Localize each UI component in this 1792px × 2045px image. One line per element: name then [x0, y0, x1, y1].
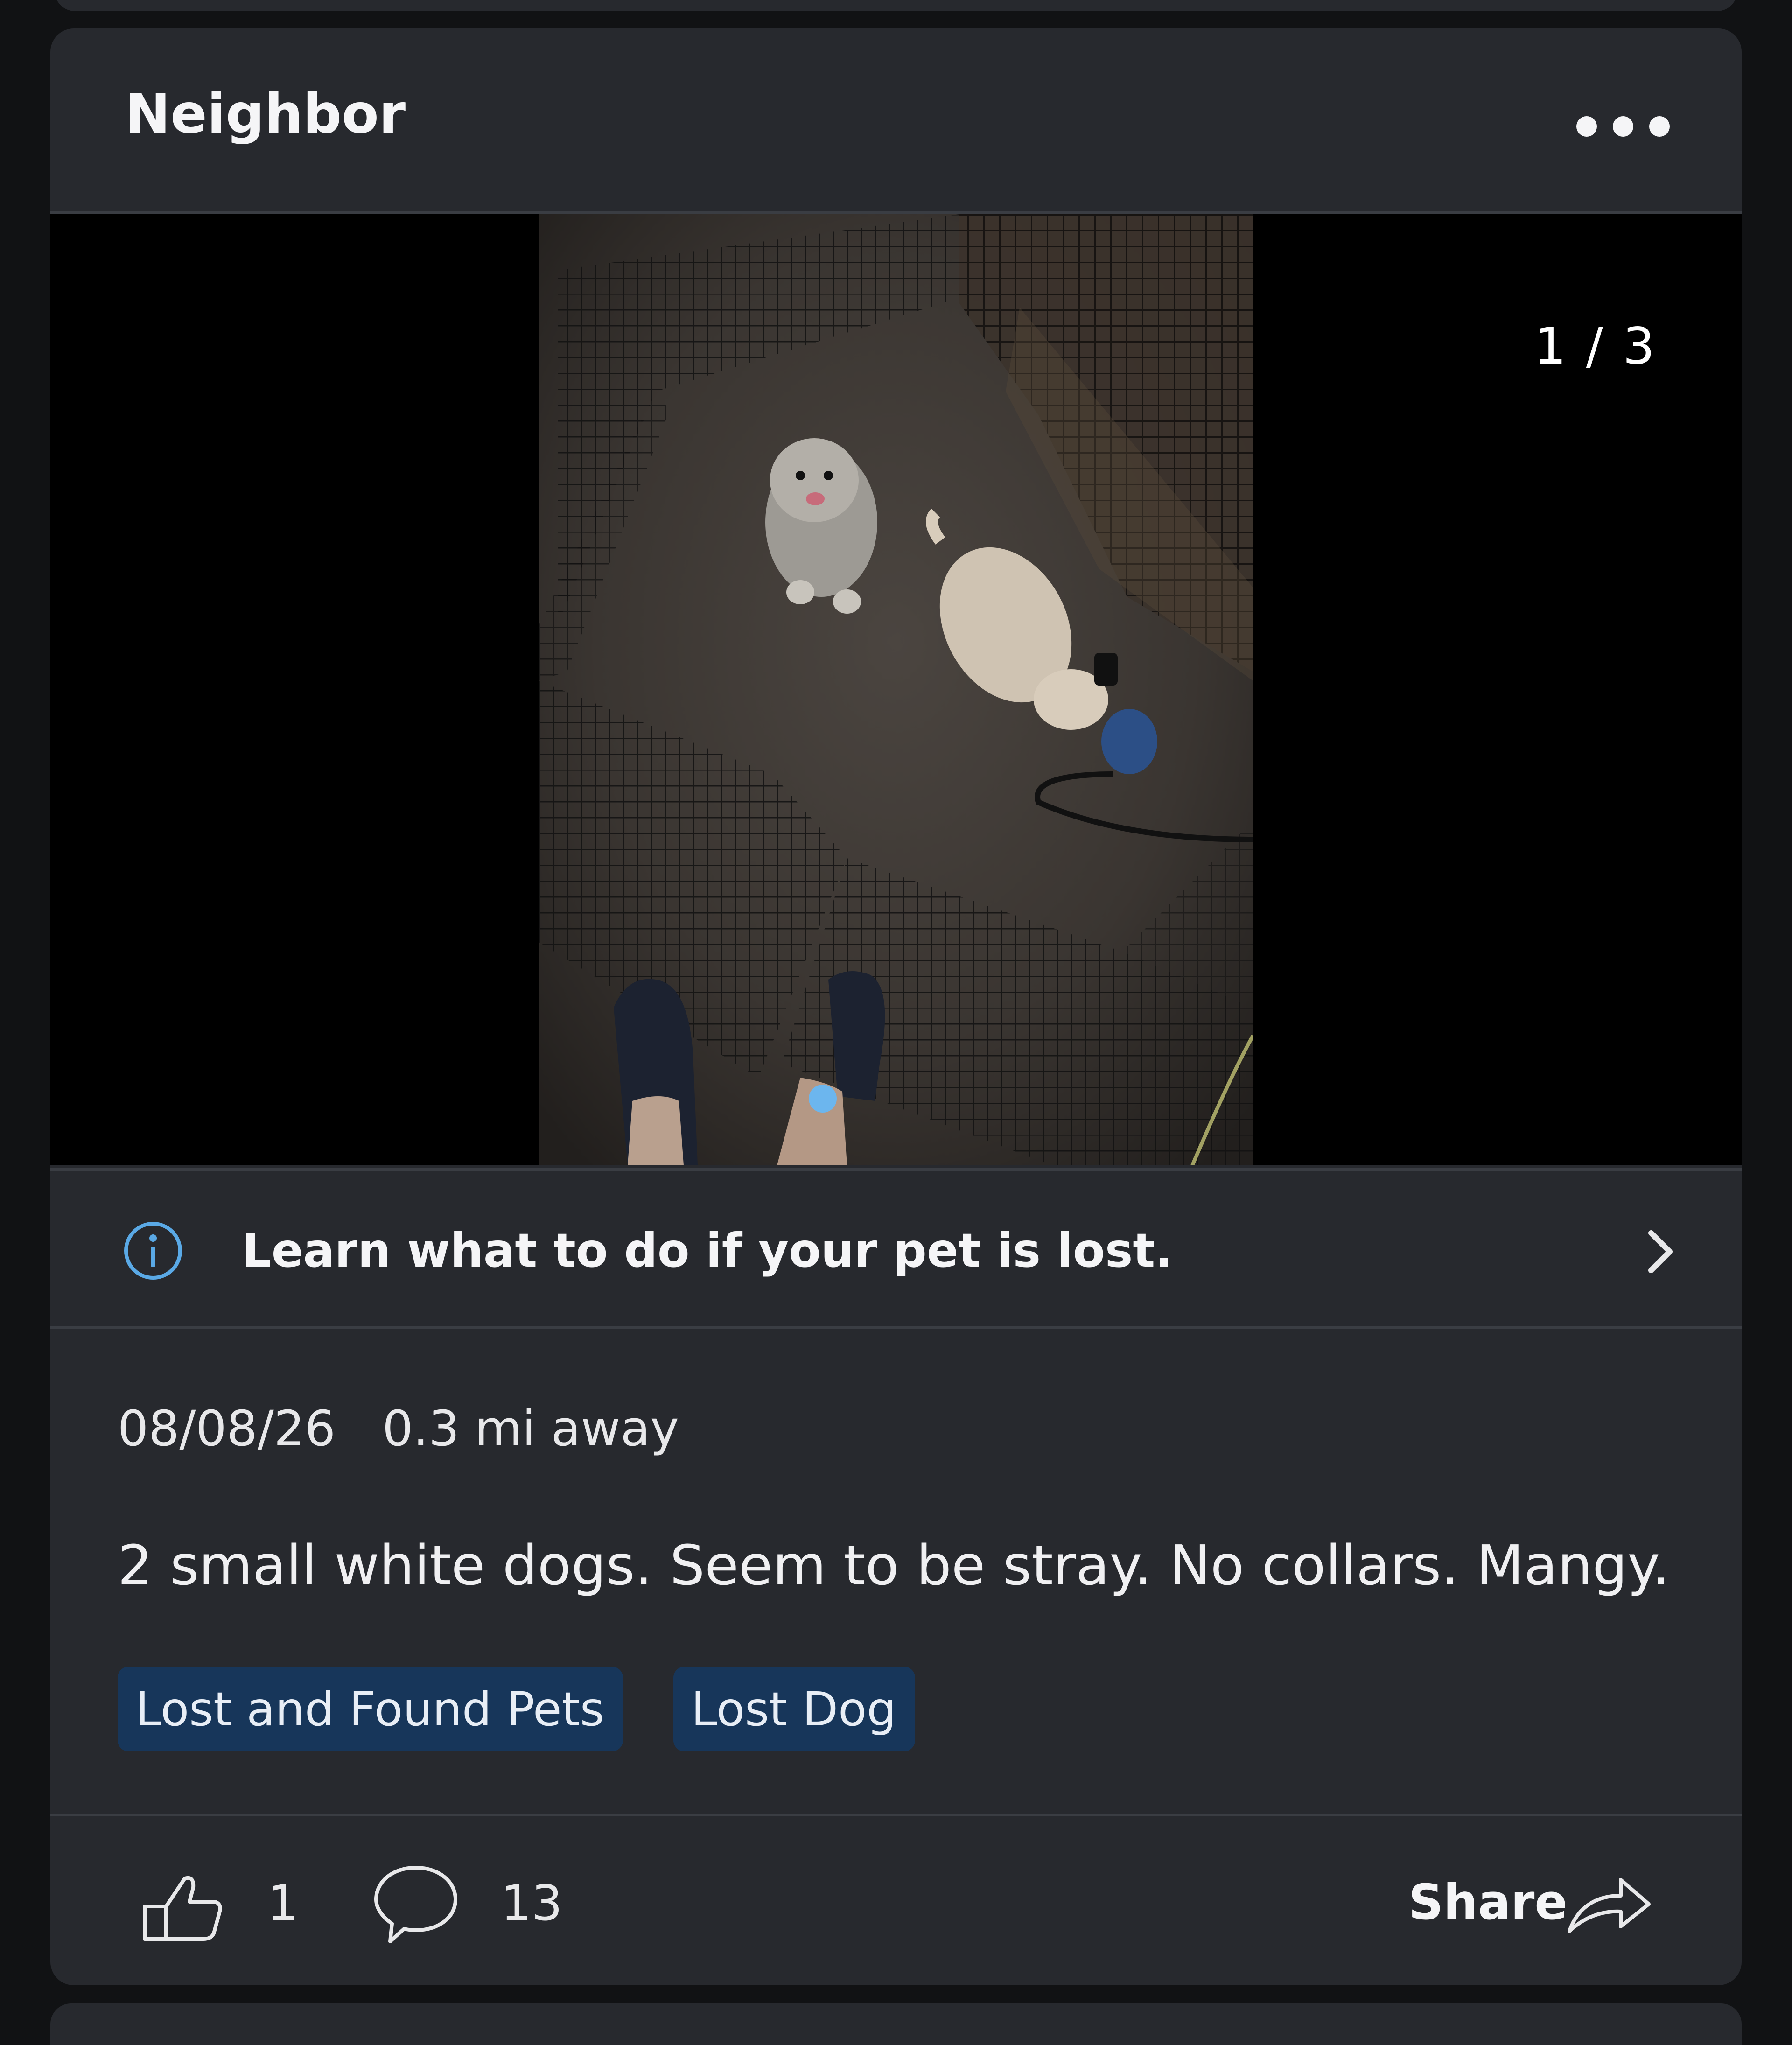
thumbs-up-icon[interactable]	[139, 1870, 228, 1945]
image-counter: 1 / 3	[1534, 317, 1657, 376]
feed-page: Neighbor 1 / 3 Learn what to do if your …	[0, 0, 1792, 2045]
tag-lost-and-found-pets[interactable]: Lost and Found Pets	[118, 1667, 623, 1751]
more-options-button[interactable]	[1576, 110, 1670, 143]
share-button[interactable]: Share	[1408, 1878, 1568, 1926]
like-count: 1	[267, 1875, 299, 1932]
lost-pet-info-banner[interactable]: Learn what to do if your pet is lost.	[50, 1168, 1742, 1329]
info-banner-text[interactable]: Learn what to do if your pet is lost.	[242, 1225, 1173, 1276]
previous-post-card[interactable]	[55, 0, 1737, 11]
next-post-card[interactable]	[50, 2003, 1742, 2045]
tag-lost-dog[interactable]: Lost Dog	[673, 1667, 915, 1751]
comment-count: 13	[501, 1875, 563, 1932]
comment-bubble-icon[interactable]	[371, 1862, 460, 1946]
chevron-right-icon	[1648, 1230, 1673, 1273]
author-name[interactable]: Neighbor	[125, 87, 406, 141]
media-carousel[interactable]: 1 / 3	[50, 214, 1742, 1165]
post-card: Neighbor 1 / 3 Learn what to do if your …	[50, 28, 1742, 1985]
post-body: 2 small white dogs. Seem to be stray. No…	[118, 1533, 1670, 1597]
post-tags: Lost and Found Pets Lost Dog	[118, 1667, 915, 1751]
more-horizontal-icon	[1576, 116, 1597, 137]
post-date: 08/08/26	[118, 1400, 336, 1457]
info-icon	[124, 1222, 182, 1280]
post-header: Neighbor	[50, 28, 1742, 214]
post-meta: 08/08/26 0.3 mi away	[118, 1404, 679, 1453]
dogs-in-pen-image	[539, 214, 1253, 1165]
share-arrow-icon[interactable]	[1565, 1871, 1653, 1937]
post-actions: 1 13 Share	[50, 1814, 1742, 1985]
post-distance: 0.3 mi away	[382, 1400, 679, 1457]
post-photo[interactable]	[539, 214, 1253, 1165]
